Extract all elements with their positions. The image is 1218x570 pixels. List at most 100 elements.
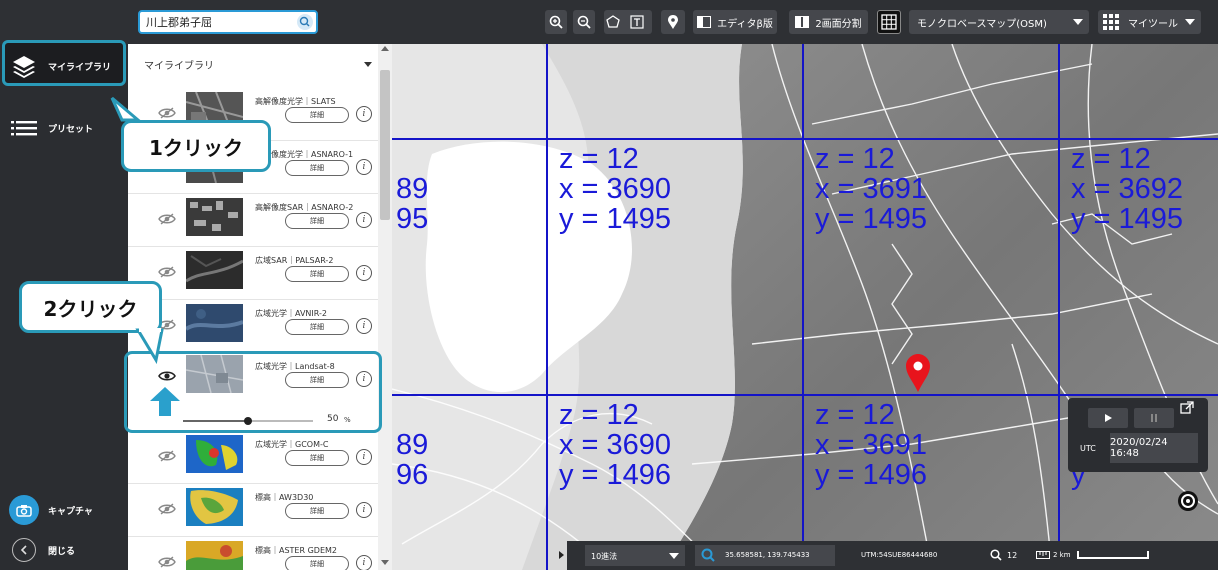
search-icon — [701, 548, 715, 562]
play-button[interactable] — [1088, 408, 1128, 428]
info-icon[interactable]: i — [356, 265, 372, 281]
zoom-out-button[interactable] — [573, 10, 595, 34]
library-header[interactable]: マイライブラリ — [128, 44, 378, 84]
caret-down-icon — [364, 62, 372, 67]
info-icon[interactable]: i — [356, 159, 372, 175]
search-input[interactable] — [146, 14, 296, 30]
detail-button[interactable]: 詳細 — [285, 450, 349, 466]
apps-grid-icon — [1103, 14, 1119, 30]
basemap-value: モノクロベースマップ(OSM) — [917, 18, 1047, 30]
polygon-icon — [606, 15, 620, 28]
layer-row-asnaro-2: 高解像度SAR｜ASNARO-2 詳細 i — [128, 194, 378, 247]
expand-arrow-icon[interactable] — [559, 551, 564, 559]
eye-off-icon[interactable] — [158, 555, 176, 569]
place-search-box[interactable] — [138, 10, 318, 34]
split-view-label: 2画面分割 — [815, 18, 862, 30]
detail-button[interactable]: 詳細 — [285, 556, 349, 570]
zoom-in-button[interactable] — [545, 10, 567, 34]
tile-label-x: x = 3691 — [815, 173, 927, 205]
layer-thumbnail — [186, 435, 243, 473]
map-pin-icon — [668, 15, 678, 29]
map-view[interactable]: 89 95 z = 12 x = 3690 y = 1495 z = 12 x … — [392, 44, 1218, 570]
rail-label-capture: キャプチャ — [48, 506, 93, 517]
zoom-icon — [990, 549, 1002, 561]
partial-tile-x-bottom: 89 — [396, 429, 428, 461]
detail-button[interactable]: 詳細 — [285, 319, 349, 335]
layers-icon — [13, 56, 35, 78]
scroll-down-icon[interactable] — [381, 560, 389, 565]
info-icon[interactable]: i — [356, 449, 372, 465]
zoom-out-icon — [577, 15, 591, 29]
text-tool-icon — [630, 15, 644, 29]
datetime-field[interactable]: 2020/02/24 16:48 — [1110, 433, 1198, 463]
pin-button[interactable] — [661, 10, 685, 34]
utm-value: UTM:54SUE86444680 — [861, 551, 938, 559]
split-view-button[interactable]: 2画面分割 — [789, 10, 868, 34]
status-bar: 10進法 35.658581, 139.745433 UTM:54SUE8644… — [559, 541, 1218, 570]
library-title: マイライブラリ — [144, 60, 214, 72]
eye-off-icon[interactable] — [158, 212, 176, 226]
compass-icon[interactable] — [1178, 491, 1198, 511]
eye-off-icon[interactable] — [158, 502, 176, 516]
chevron-left-icon — [12, 538, 36, 562]
app-root: 89 95 z = 12 x = 3690 y = 1495 z = 12 x … — [0, 0, 1218, 570]
list-icon — [11, 121, 37, 136]
detail-button[interactable]: 詳細 — [285, 503, 349, 519]
grid-toggle-button[interactable] — [877, 10, 901, 34]
zoom-in-icon — [549, 15, 563, 29]
rail-item-my-library[interactable]: マイライブラリ — [0, 42, 128, 90]
draw-tools-button[interactable] — [604, 10, 652, 34]
info-icon[interactable]: i — [356, 502, 372, 518]
tile-label-x: x = 3690 — [559, 429, 671, 461]
editor-beta-button[interactable]: エディタβ版 — [693, 10, 777, 34]
layer-name: 高解像度SAR｜ASNARO-2 — [255, 203, 354, 212]
layer-thumbnail — [186, 541, 243, 570]
coordinate-search-field[interactable]: 35.658581, 139.745433 — [695, 545, 835, 566]
tile-label-z: z = 12 — [815, 399, 895, 431]
layer-name: 広域SAR｜PALSAR-2 — [255, 256, 334, 265]
scroll-up-icon[interactable] — [381, 46, 389, 51]
pause-icon — [1151, 414, 1157, 422]
coord-format-value: 10進法 — [591, 552, 618, 561]
detail-button[interactable]: 詳細 — [285, 107, 349, 123]
search-icon[interactable] — [297, 14, 313, 30]
basemap-select[interactable]: モノクロベースマップ(OSM) — [909, 10, 1089, 34]
tile-label-z: z = 12 — [559, 399, 639, 431]
pause-button[interactable] — [1134, 408, 1174, 428]
layer-name: 標高｜AW3D30 — [255, 493, 314, 502]
arrow-up-icon — [150, 387, 180, 416]
eye-off-icon[interactable] — [158, 265, 176, 279]
layer-name: 高解像度光学｜SLATS — [255, 97, 336, 106]
map-canvas[interactable]: 89 95 z = 12 x = 3690 y = 1495 z = 12 x … — [392, 44, 1218, 570]
tile-label-y: y = 1496 — [815, 459, 927, 491]
eye-off-icon[interactable] — [158, 106, 176, 120]
callout-first-click: 1クリック — [121, 120, 271, 172]
detail-button[interactable]: 詳細 — [285, 213, 349, 229]
info-icon[interactable]: i — [356, 555, 372, 570]
detail-button[interactable]: 詳細 — [285, 160, 349, 176]
layer-thumbnail — [186, 488, 243, 526]
layer-row-aster-gdem2: 標高｜ASTER GDEM2 詳細 i — [128, 537, 378, 570]
coord-format-select[interactable]: 10進法 — [585, 545, 685, 566]
detail-button[interactable]: 詳細 — [285, 266, 349, 282]
rail-item-close[interactable]: 閉じる — [0, 526, 128, 570]
tile-label-y: y = 1496 — [559, 459, 671, 491]
info-icon[interactable]: i — [356, 318, 372, 334]
tile-label-y: y = 1495 — [1071, 203, 1183, 235]
info-icon[interactable]: i — [356, 106, 372, 122]
info-icon[interactable]: i — [356, 212, 372, 228]
scale-bar — [1077, 551, 1149, 559]
partial-tile-y-top: 95 — [396, 203, 428, 235]
panel-scrollbar[interactable] — [378, 44, 392, 570]
scrollbar-thumb[interactable] — [380, 70, 390, 220]
chevron-down-icon — [1073, 19, 1083, 25]
eye-off-icon[interactable] — [158, 449, 176, 463]
time-playback-panel: UTC 2020/02/24 16:48 — [1068, 398, 1208, 472]
editor-icon — [697, 16, 712, 28]
rail-label-my-library: マイライブラリ — [48, 62, 112, 73]
layer-row-gcom-c: 広域光学｜GCOM-C 詳細 i — [128, 431, 378, 484]
rail-label-close: 閉じる — [48, 546, 76, 557]
coordinates-value: 35.658581, 139.745433 — [725, 551, 810, 559]
my-tools-menu[interactable]: マイツール — [1098, 10, 1201, 34]
popout-icon[interactable] — [1180, 400, 1194, 414]
